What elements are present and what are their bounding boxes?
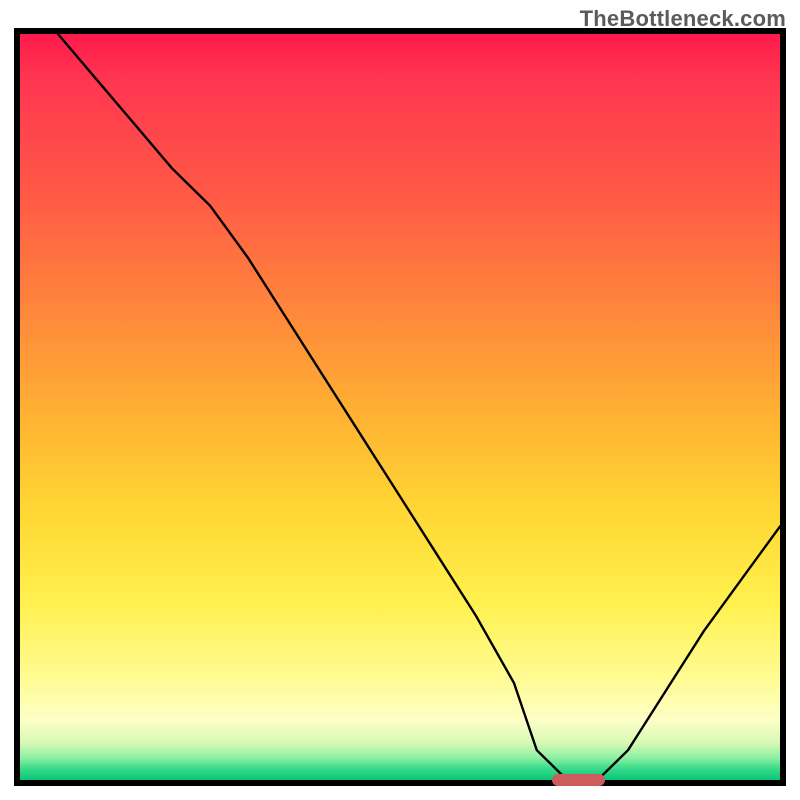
chart-container: TheBottleneck.com: [0, 0, 800, 800]
plot-frame: [14, 28, 786, 786]
bottleneck-curve: [20, 34, 780, 780]
minimum-marker: [552, 774, 605, 786]
plot-gradient-area: [20, 34, 780, 780]
